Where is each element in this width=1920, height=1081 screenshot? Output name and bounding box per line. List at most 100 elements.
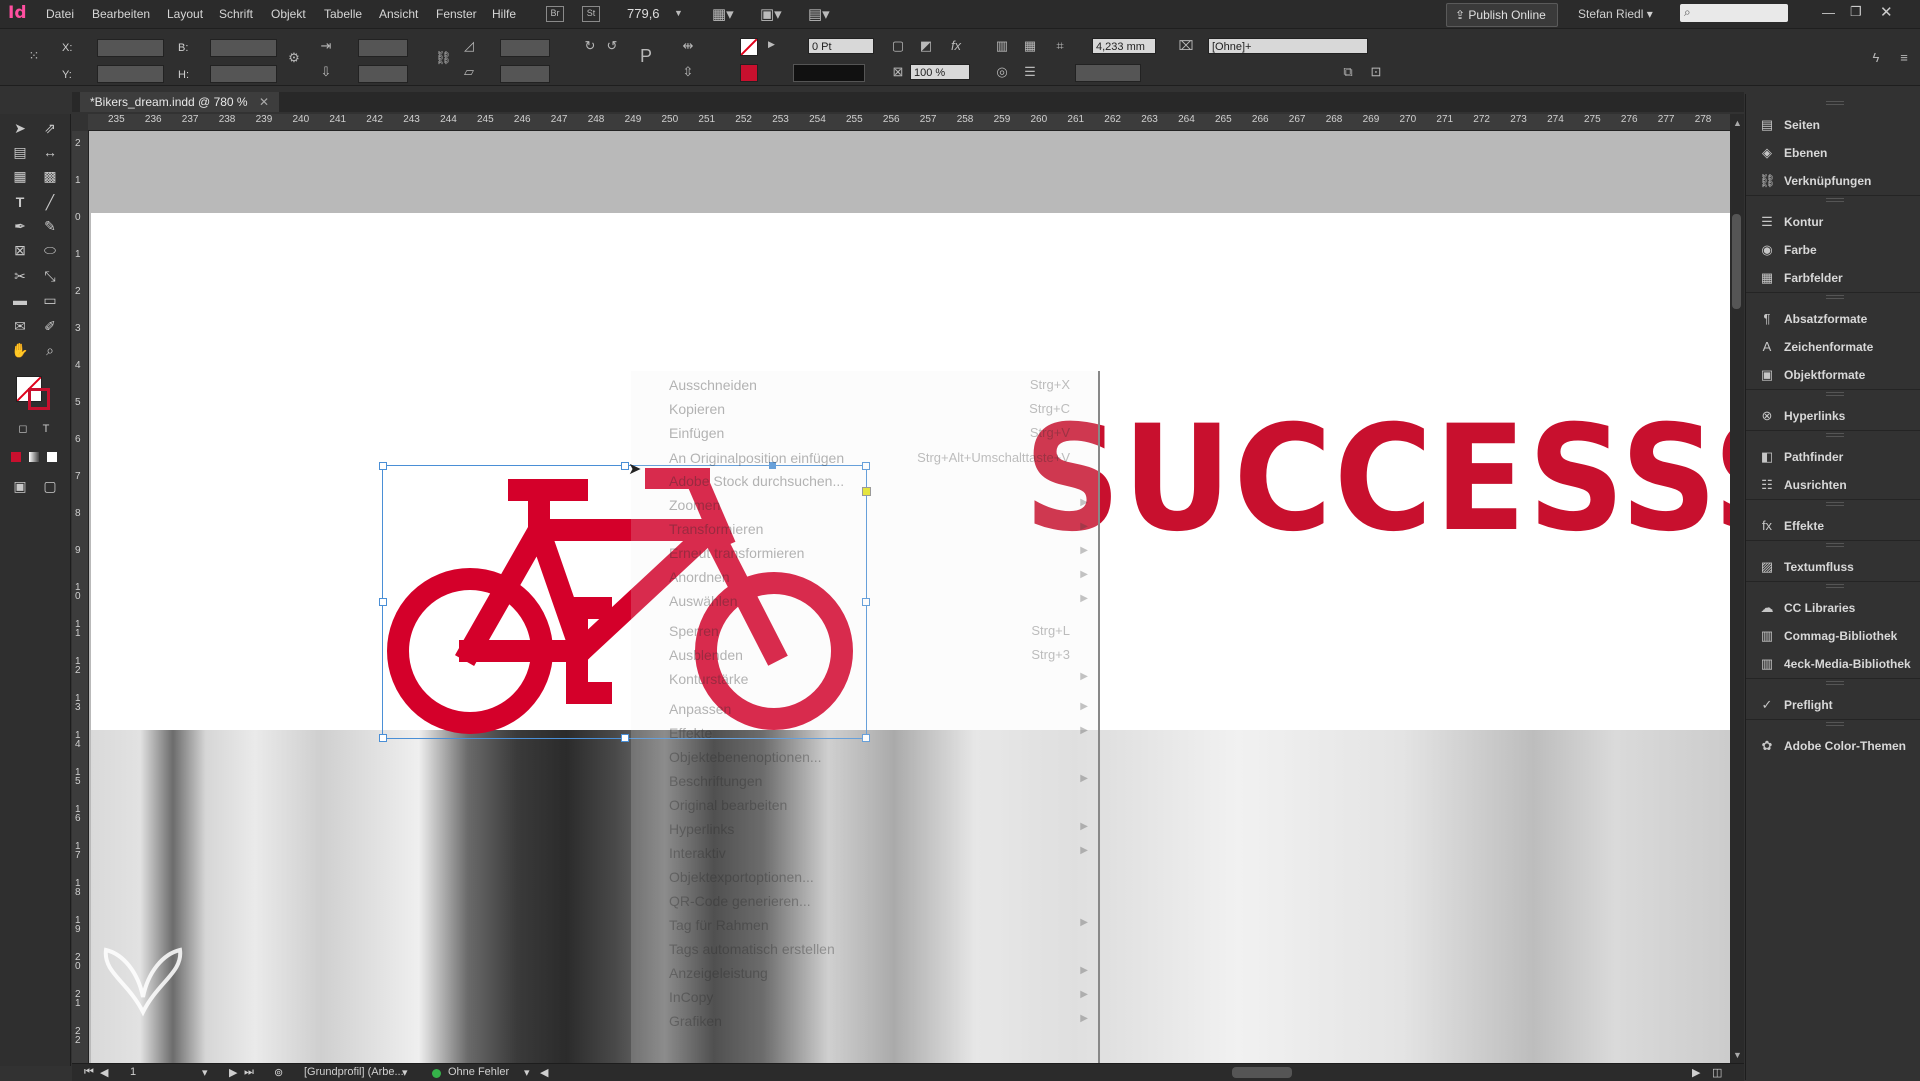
context-menu-item[interactable]: Ausblenden Strg+3 (631, 647, 1098, 669)
headline-text[interactable]: SUCCESSS (1024, 394, 1730, 564)
zoom-dropdown-icon[interactable]: ▼ (674, 8, 683, 18)
arrange-documents-icon[interactable]: ▤▾ (808, 5, 830, 23)
resize-handle[interactable] (379, 734, 387, 742)
panel-tab-cc-libraries[interactable]: ☁ CC Libraries (1746, 596, 1920, 620)
context-menu-item[interactable]: Auswählen ▶ (631, 593, 1098, 615)
fill-swatch[interactable] (740, 38, 758, 56)
context-menu-item[interactable]: Konturstärke ▶ (631, 671, 1098, 693)
panel-tab-pathfinder[interactable]: ◧ Pathfinder (1746, 445, 1920, 469)
gradient-feather-tool-icon[interactable]: ▭ (40, 290, 60, 310)
menu-objekt[interactable]: Objekt (271, 7, 306, 21)
scale-x-field[interactable] (358, 39, 408, 57)
panel-group-grip[interactable] (1826, 392, 1844, 396)
text-frame-icon[interactable]: ▢ (890, 39, 906, 53)
scroll-right-icon[interactable]: ▶ (1692, 1066, 1700, 1079)
panel-tab-adobe-color-themen[interactable]: ✿ Adobe Color-Themen (1746, 734, 1920, 758)
panel-tab-farbe[interactable]: ◉ Farbe (1746, 238, 1920, 262)
apply-gradient-icon[interactable] (29, 452, 39, 462)
panel-group-grip[interactable] (1826, 722, 1844, 726)
ellipse-tool-icon[interactable]: ⬭ (40, 240, 60, 260)
line-tool-icon[interactable]: ╱ (40, 192, 60, 212)
close-icon[interactable]: ✕ (1880, 3, 1893, 21)
profile-dropdown-icon[interactable]: ▾ (402, 1066, 408, 1079)
panel-group-grip[interactable] (1826, 433, 1844, 437)
horizontal-ruler[interactable]: 235 236 237 238 239 240 241 242 243 244 245 246 247 2… (88, 114, 1730, 131)
scroll-thumb[interactable] (1732, 214, 1741, 309)
panel-tab-absatzformate[interactable]: ¶ Absatzformate (1746, 307, 1920, 331)
opacity-field[interactable]: 100 % (910, 64, 970, 80)
wrap-none-icon[interactable]: ▥ (994, 39, 1010, 53)
last-page-icon[interactable]: ⏭ (244, 1066, 254, 1079)
rotate-ccw-icon[interactable]: ↺ (604, 39, 620, 53)
panel-tab-verkn-pfungen[interactable]: ⛓ Verknüpfungen (1746, 169, 1920, 193)
rectangle-frame-tool-icon[interactable]: ⊠ (10, 240, 30, 260)
vertical-scrollbar[interactable]: ▲ ▼ (1730, 114, 1744, 1066)
direct-selection-tool-icon[interactable]: ⇗ (40, 118, 60, 138)
context-menu-item[interactable]: Anpassen ▶ (631, 701, 1098, 723)
zoom-level[interactable]: 779,6 (627, 6, 660, 21)
page-dropdown-icon[interactable]: ▾ (202, 1066, 208, 1079)
formatting-text-icon[interactable]: T (36, 419, 56, 439)
note-tool-icon[interactable]: ✉ (10, 316, 30, 336)
panel-group-grip[interactable] (1826, 198, 1844, 202)
stroke-swatch[interactable] (740, 64, 758, 82)
frame-fitting-icon[interactable]: ⊡ (1368, 65, 1384, 79)
context-menu-item[interactable]: Tags automatisch erstellen (631, 941, 1098, 963)
context-menu-item[interactable]: Einfügen Strg+V (631, 425, 1098, 447)
page-tool-icon[interactable]: ▤ (10, 142, 30, 162)
resize-handle[interactable] (379, 462, 387, 470)
panel-group-grip[interactable] (1826, 584, 1844, 588)
split-view-icon[interactable]: ◫ (1712, 1066, 1722, 1079)
restore-icon[interactable]: ❐ (1850, 4, 1862, 20)
panel-group-grip[interactable] (1826, 681, 1844, 685)
selection-tool-icon[interactable]: ➤ (10, 118, 30, 138)
context-menu-item[interactable]: Objektebenenoptionen... (631, 749, 1098, 771)
scroll-down-icon[interactable]: ▼ (1733, 1050, 1742, 1060)
preflight-menu-icon[interactable]: ⊚ (274, 1066, 283, 1079)
normal-view-icon[interactable]: ▣ (10, 476, 30, 496)
flip-horizontal-icon[interactable]: ⇹ (680, 39, 696, 53)
stock-button[interactable]: St (582, 6, 600, 22)
x-field[interactable] (97, 39, 164, 57)
content-placer-icon[interactable]: ▩ (40, 166, 60, 186)
shear-field[interactable] (500, 65, 550, 83)
context-menu-item[interactable]: Anzeigeleistung ▶ (631, 965, 1098, 987)
preflight-profile[interactable]: [Grundprofil] (Arbe... (304, 1066, 404, 1078)
center-content-icon[interactable]: ☰ (1022, 65, 1038, 79)
stroke-weight-field[interactable]: 0 Pt (808, 38, 874, 54)
formatting-container-icon[interactable]: ◻ (13, 419, 33, 439)
y-field[interactable] (97, 65, 164, 83)
user-account[interactable]: Stefan Riedl ▾ (1578, 7, 1653, 21)
free-transform-tool-icon[interactable]: ⤡ (40, 266, 60, 286)
menu-datei[interactable]: Datei (46, 7, 74, 21)
panel-tab-4eck-media-bibliothek[interactable]: ▥ 4eck-Media-Bibliothek (1746, 652, 1920, 676)
menu-tabelle[interactable]: Tabelle (324, 7, 362, 21)
context-menu-item[interactable]: InCopy ▶ (631, 989, 1098, 1011)
scroll-left-icon[interactable]: ◀ (540, 1066, 548, 1079)
panel-menu-icon[interactable]: ≡ (1896, 51, 1912, 65)
panel-tab-ebenen[interactable]: ◈ Ebenen (1746, 141, 1920, 165)
context-menu-item[interactable]: Ausschneiden Strg+X (631, 377, 1098, 399)
status-dropdown-icon[interactable]: ▾ (524, 1066, 530, 1079)
flip-vertical-icon[interactable]: ⇳ (680, 65, 696, 79)
fill-dropdown-icon[interactable]: ▶ (768, 39, 775, 50)
first-page-icon[interactable]: ⏮ (84, 1066, 94, 1079)
context-menu-item[interactable]: Erneut transformieren ▶ (631, 545, 1098, 567)
menu-schrift[interactable]: Schrift (219, 7, 253, 21)
pencil-tool-icon[interactable]: ✎ (40, 216, 60, 236)
panel-tab-seiten[interactable]: ▤ Seiten (1746, 113, 1920, 137)
drop-shadow-icon[interactable]: ◩ (918, 39, 934, 53)
next-page-icon[interactable]: ▶ (229, 1066, 237, 1079)
panel-tab-commag-bibliothek[interactable]: ▥ Commag-Bibliothek (1746, 624, 1920, 648)
menu-hilfe[interactable]: Hilfe (492, 7, 516, 21)
context-menu-item[interactable]: Sperren Strg+L (631, 623, 1098, 645)
menu-bearbeiten[interactable]: Bearbeiten (92, 7, 150, 21)
apply-none-icon[interactable] (47, 452, 57, 462)
publish-online-button[interactable]: ⇪ Publish Online (1446, 3, 1558, 27)
context-menu-item[interactable]: Interaktiv ▶ (631, 845, 1098, 867)
panel-tab-objektformate[interactable]: ▣ Objektformate (1746, 363, 1920, 387)
preview-view-icon[interactable]: ▢ (40, 476, 60, 496)
constrain-proportions-icon[interactable]: ⚙ (286, 51, 302, 65)
context-menu-item[interactable]: Original bearbeiten (631, 797, 1098, 819)
hand-tool-icon[interactable]: ✋ (10, 340, 30, 360)
